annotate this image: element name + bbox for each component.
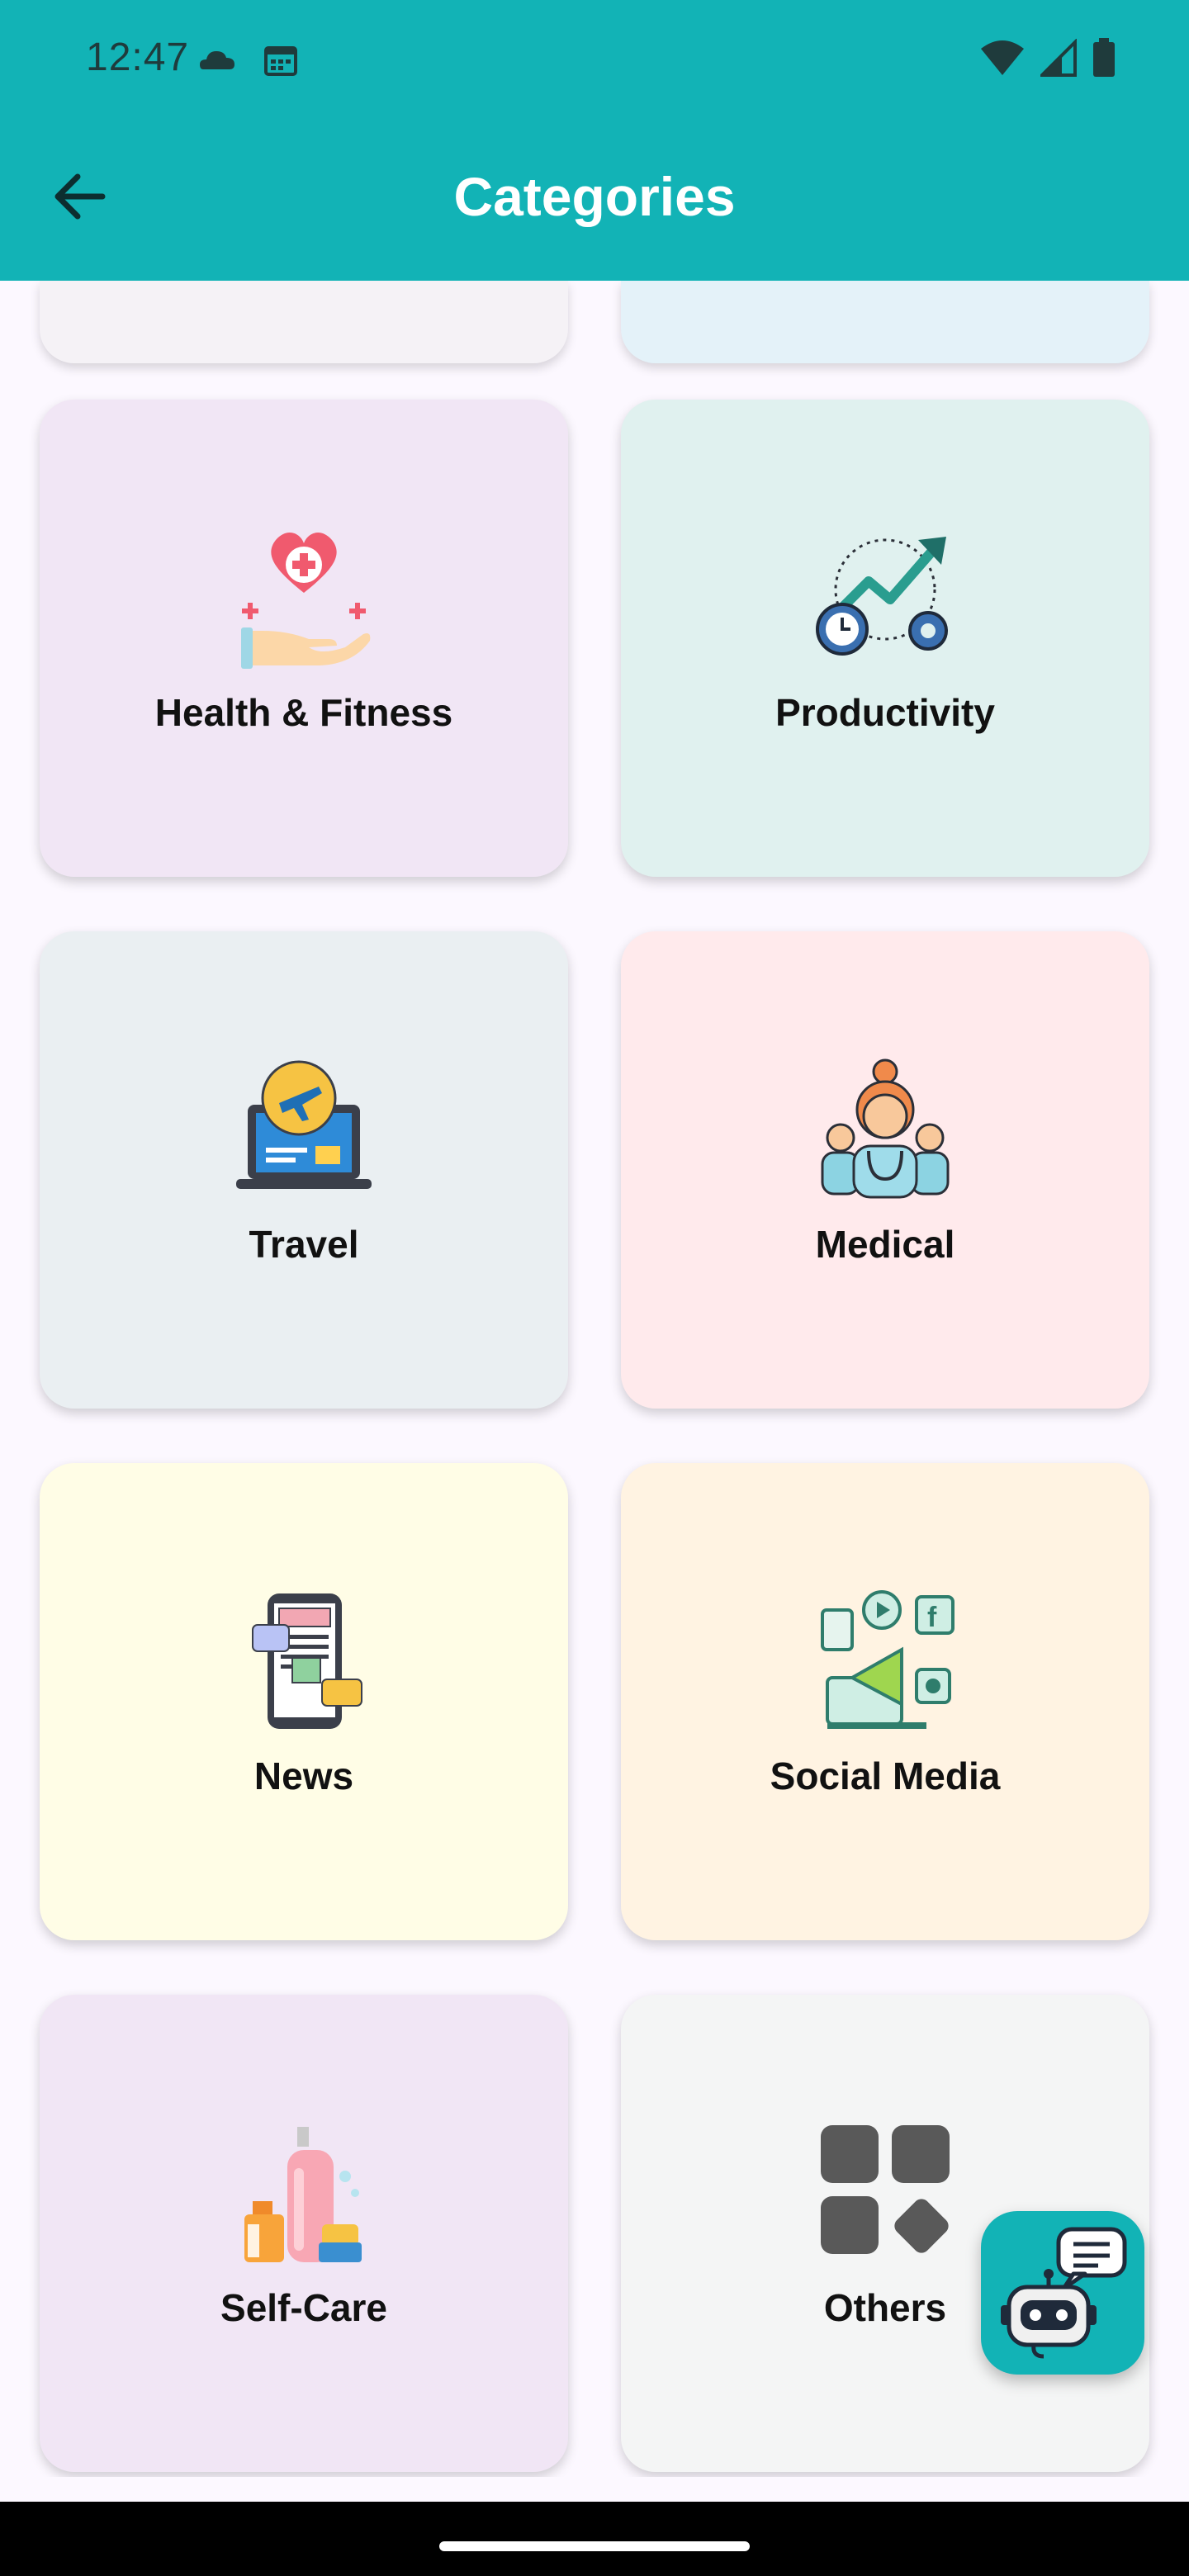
status-right-icons bbox=[979, 38, 1116, 78]
calendar-icon bbox=[264, 46, 297, 76]
category-card-news[interactable]: News bbox=[40, 1463, 568, 1940]
category-label: Medical bbox=[815, 1223, 955, 1266]
category-label: Travel bbox=[249, 1223, 359, 1266]
svg-text:f: f bbox=[927, 1602, 937, 1633]
category-label: Self-Care bbox=[220, 2286, 387, 2329]
category-card-productivity[interactable]: Productivity bbox=[621, 400, 1149, 877]
category-card-health-fitness[interactable]: Health & Fitness bbox=[40, 400, 568, 877]
partial-card-right[interactable] bbox=[621, 281, 1149, 363]
cloud-icon bbox=[200, 51, 234, 69]
self-care-icon bbox=[230, 2119, 378, 2267]
page-title: Categories bbox=[453, 166, 736, 227]
partial-card-left[interactable] bbox=[40, 281, 568, 363]
wifi-icon bbox=[981, 40, 1024, 75]
category-label: Social Media bbox=[770, 1754, 1001, 1797]
travel-icon bbox=[230, 1055, 378, 1204]
others-icon bbox=[811, 2119, 959, 2267]
category-card-self-care[interactable]: Self-Care bbox=[40, 1995, 568, 2472]
home-gesture-handle[interactable] bbox=[439, 2541, 750, 2551]
signal-icon bbox=[1040, 39, 1077, 77]
category-card-social-media[interactable]: f Social Media bbox=[621, 1463, 1149, 1940]
category-label: Productivity bbox=[775, 691, 995, 734]
category-label: Others bbox=[823, 2286, 947, 2329]
app-bar: 12:47 Categories bbox=[0, 0, 1189, 281]
status-time: 12:47 bbox=[86, 36, 190, 79]
robot-chat-icon bbox=[1001, 2227, 1127, 2359]
social-media-icon: f bbox=[811, 1587, 959, 1735]
battery-icon bbox=[1093, 38, 1115, 77]
categories-grid: Health & Fitness Productivity Travel Med… bbox=[0, 281, 1189, 2477]
health-fitness-icon bbox=[230, 523, 378, 672]
news-icon bbox=[230, 1587, 378, 1735]
category-label: Health & Fitness bbox=[154, 691, 453, 734]
productivity-icon bbox=[811, 523, 959, 672]
medical-icon bbox=[811, 1055, 959, 1204]
status-left-icons bbox=[198, 40, 297, 85]
category-card-medical[interactable]: Medical bbox=[621, 931, 1149, 1409]
chatbot-button[interactable] bbox=[981, 2211, 1144, 2375]
category-card-travel[interactable]: Travel bbox=[40, 931, 568, 1409]
category-label: News bbox=[253, 1754, 354, 1797]
system-nav-bar bbox=[0, 2502, 1189, 2576]
